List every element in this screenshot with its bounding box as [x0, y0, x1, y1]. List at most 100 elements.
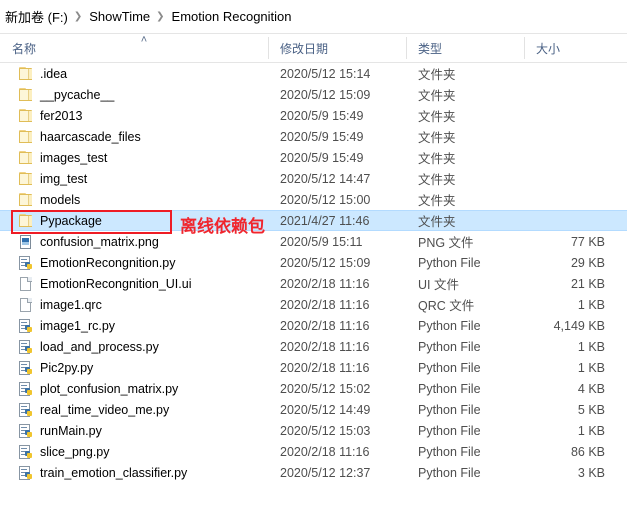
date-modified-value: 2020/5/12 14:49: [280, 402, 371, 417]
file-name-cell[interactable]: img_test: [0, 168, 268, 189]
python-file-icon: [18, 255, 34, 271]
table-row[interactable]: EmotionRecongnition_UI.ui 2020/2/18 11:16…: [0, 273, 627, 294]
file-name-label: image1_rc.py: [40, 318, 116, 333]
python-file-icon: [18, 402, 34, 418]
table-row[interactable]: fer2013 2020/5/9 15:49 文件夹: [0, 105, 627, 126]
file-size-value: 1 KB: [577, 360, 605, 375]
file-name-cell[interactable]: .idea: [0, 63, 268, 84]
file-size-cell: [524, 84, 616, 105]
file-name-cell[interactable]: EmotionRecongnition_UI.ui: [0, 273, 268, 294]
file-name-cell[interactable]: __pycache__: [0, 84, 268, 105]
date-modified-value: 2020/2/18 11:16: [280, 276, 370, 291]
breadcrumb-item-showtime[interactable]: ShowTime: [86, 8, 153, 25]
file-size-cell: [524, 168, 616, 189]
breadcrumb-item-current-folder[interactable]: Emotion Recognition: [169, 8, 295, 25]
breadcrumb[interactable]: 新加卷 (F:) ❯ ShowTime ❯ Emotion Recognitio…: [0, 0, 627, 33]
table-row[interactable]: slice_png.py 2020/2/18 11:16 Python File 86…: [0, 441, 627, 462]
file-size-cell: [524, 189, 616, 210]
png-file-icon: [18, 234, 34, 250]
folder-icon: [18, 87, 34, 103]
file-name-cell[interactable]: fer2013: [0, 105, 268, 126]
column-header-type[interactable]: 类型: [406, 33, 524, 63]
file-type-value: QRC 文件: [418, 299, 475, 313]
file-type-cell: Python File: [406, 378, 524, 399]
page-file-icon: [18, 276, 34, 292]
python-file-icon: [18, 444, 34, 460]
table-row[interactable]: images_test 2020/5/9 15:49 文件夹: [0, 147, 627, 168]
file-name-cell[interactable]: load_and_process.py: [0, 336, 268, 357]
table-row[interactable]: train_emotion_classifier.py 2020/5/12 12:…: [0, 462, 627, 483]
file-name-cell[interactable]: runMain.py: [0, 420, 268, 441]
table-row[interactable]: __pycache__ 2020/5/12 15:09 文件夹: [0, 84, 627, 105]
table-row[interactable]: haarcascade_files 2020/5/9 15:49 文件夹: [0, 126, 627, 147]
date-modified-value: 2020/2/18 11:16: [280, 318, 370, 333]
date-modified-cell: 2020/5/12 14:49: [268, 399, 406, 420]
file-size-cell: 5 KB: [524, 399, 616, 420]
file-name-label: Pic2py.py: [40, 360, 94, 375]
file-name-cell[interactable]: real_time_video_me.py: [0, 399, 268, 420]
date-modified-cell: 2020/2/18 11:16: [268, 441, 406, 462]
file-type-value: Python File: [418, 318, 481, 333]
file-type-cell: 文件夹: [406, 105, 524, 126]
file-size-cell: [524, 63, 616, 84]
file-type-cell: 文件夹: [406, 189, 524, 210]
table-row[interactable]: image1.qrc 2020/2/18 11:16 QRC 文件 1 KB: [0, 294, 627, 315]
date-modified-cell: 2020/2/18 11:16: [268, 315, 406, 336]
file-type-value: 文件夹: [418, 152, 456, 166]
breadcrumb-item-drive[interactable]: 新加卷 (F:): [2, 6, 71, 27]
table-row[interactable]: img_test 2020/5/12 14:47 文件夹: [0, 168, 627, 189]
file-type-cell: Python File: [406, 420, 524, 441]
table-row[interactable]: plot_confusion_matrix.py 2020/5/12 15:02 P…: [0, 378, 627, 399]
file-type-cell: Python File: [406, 336, 524, 357]
python-file-icon: [18, 339, 34, 355]
file-size-cell: 4 KB: [524, 378, 616, 399]
date-modified-cell: 2020/2/18 11:16: [268, 294, 406, 315]
file-size-cell: [524, 210, 616, 231]
column-header-type-label: 类型: [418, 41, 443, 56]
folder-icon: [18, 171, 34, 187]
file-type-value: Python File: [418, 381, 481, 396]
file-list[interactable]: .idea 2020/5/12 15:14 文件夹 __pycache__ 2020/5…: [0, 63, 627, 483]
date-modified-cell: 2020/5/9 15:49: [268, 147, 406, 168]
file-name-cell[interactable]: train_emotion_classifier.py: [0, 462, 268, 483]
file-size-value: 3 KB: [577, 465, 605, 480]
python-file-icon: [18, 318, 34, 334]
file-name-cell[interactable]: models: [0, 189, 268, 210]
column-header-name-label: 名称: [12, 41, 37, 56]
file-name-cell[interactable]: haarcascade_files: [0, 126, 268, 147]
column-header-name[interactable]: 名称: [0, 33, 268, 63]
table-row[interactable]: Pic2py.py 2020/2/18 11:16 Python File 1 KB: [0, 357, 627, 378]
file-name-cell[interactable]: slice_png.py: [0, 441, 268, 462]
file-size-cell: [524, 147, 616, 168]
table-row[interactable]: image1_rc.py 2020/2/18 11:16 Python File 4,…: [0, 315, 627, 336]
date-modified-value: 2020/5/12 15:02: [280, 381, 371, 396]
file-name-cell[interactable]: EmotionRecongnition.py: [0, 252, 268, 273]
table-row[interactable]: real_time_video_me.py 2020/5/12 14:49 Pyth…: [0, 399, 627, 420]
file-name-cell[interactable]: Pic2py.py: [0, 357, 268, 378]
table-row[interactable]: runMain.py 2020/5/12 15:03 Python File 1 KB: [0, 420, 627, 441]
table-row[interactable]: confusion_matrix.png 2020/5/9 15:11 PNG 文件…: [0, 231, 627, 252]
column-header-date-modified[interactable]: 修改日期: [268, 33, 406, 63]
file-size-value: 86 KB: [570, 444, 605, 459]
file-type-value: 文件夹: [418, 194, 456, 208]
table-row[interactable]: EmotionRecongnition.py 2020/5/12 15:09 Pyt…: [0, 252, 627, 273]
file-size-cell: 29 KB: [524, 252, 616, 273]
file-name-cell[interactable]: image1.qrc: [0, 294, 268, 315]
date-modified-value: 2020/5/12 15:14: [280, 66, 371, 81]
column-header-size[interactable]: 大小: [524, 33, 627, 63]
date-modified-value: 2020/5/9 15:11: [280, 234, 363, 249]
date-modified-value: 2021/4/27 11:46: [280, 213, 370, 228]
file-name-cell[interactable]: plot_confusion_matrix.py: [0, 378, 268, 399]
table-row[interactable]: load_and_process.py 2020/2/18 11:16 Python…: [0, 336, 627, 357]
file-name-cell[interactable]: image1_rc.py: [0, 315, 268, 336]
file-name-label: load_and_process.py: [40, 339, 159, 354]
table-row[interactable]: Pypackage 2021/4/27 11:46 文件夹: [0, 210, 627, 231]
date-modified-cell: 2020/2/18 11:16: [268, 336, 406, 357]
file-name-cell[interactable]: images_test: [0, 147, 268, 168]
file-size-value: 4,149 KB: [553, 318, 605, 333]
annotation-label: 离线依赖包: [180, 217, 265, 237]
table-row[interactable]: .idea 2020/5/12 15:14 文件夹: [0, 63, 627, 84]
file-size-value: 1 KB: [577, 423, 605, 438]
table-row[interactable]: models 2020/5/12 15:00 文件夹: [0, 189, 627, 210]
date-modified-value: 2020/2/18 11:16: [280, 339, 370, 354]
